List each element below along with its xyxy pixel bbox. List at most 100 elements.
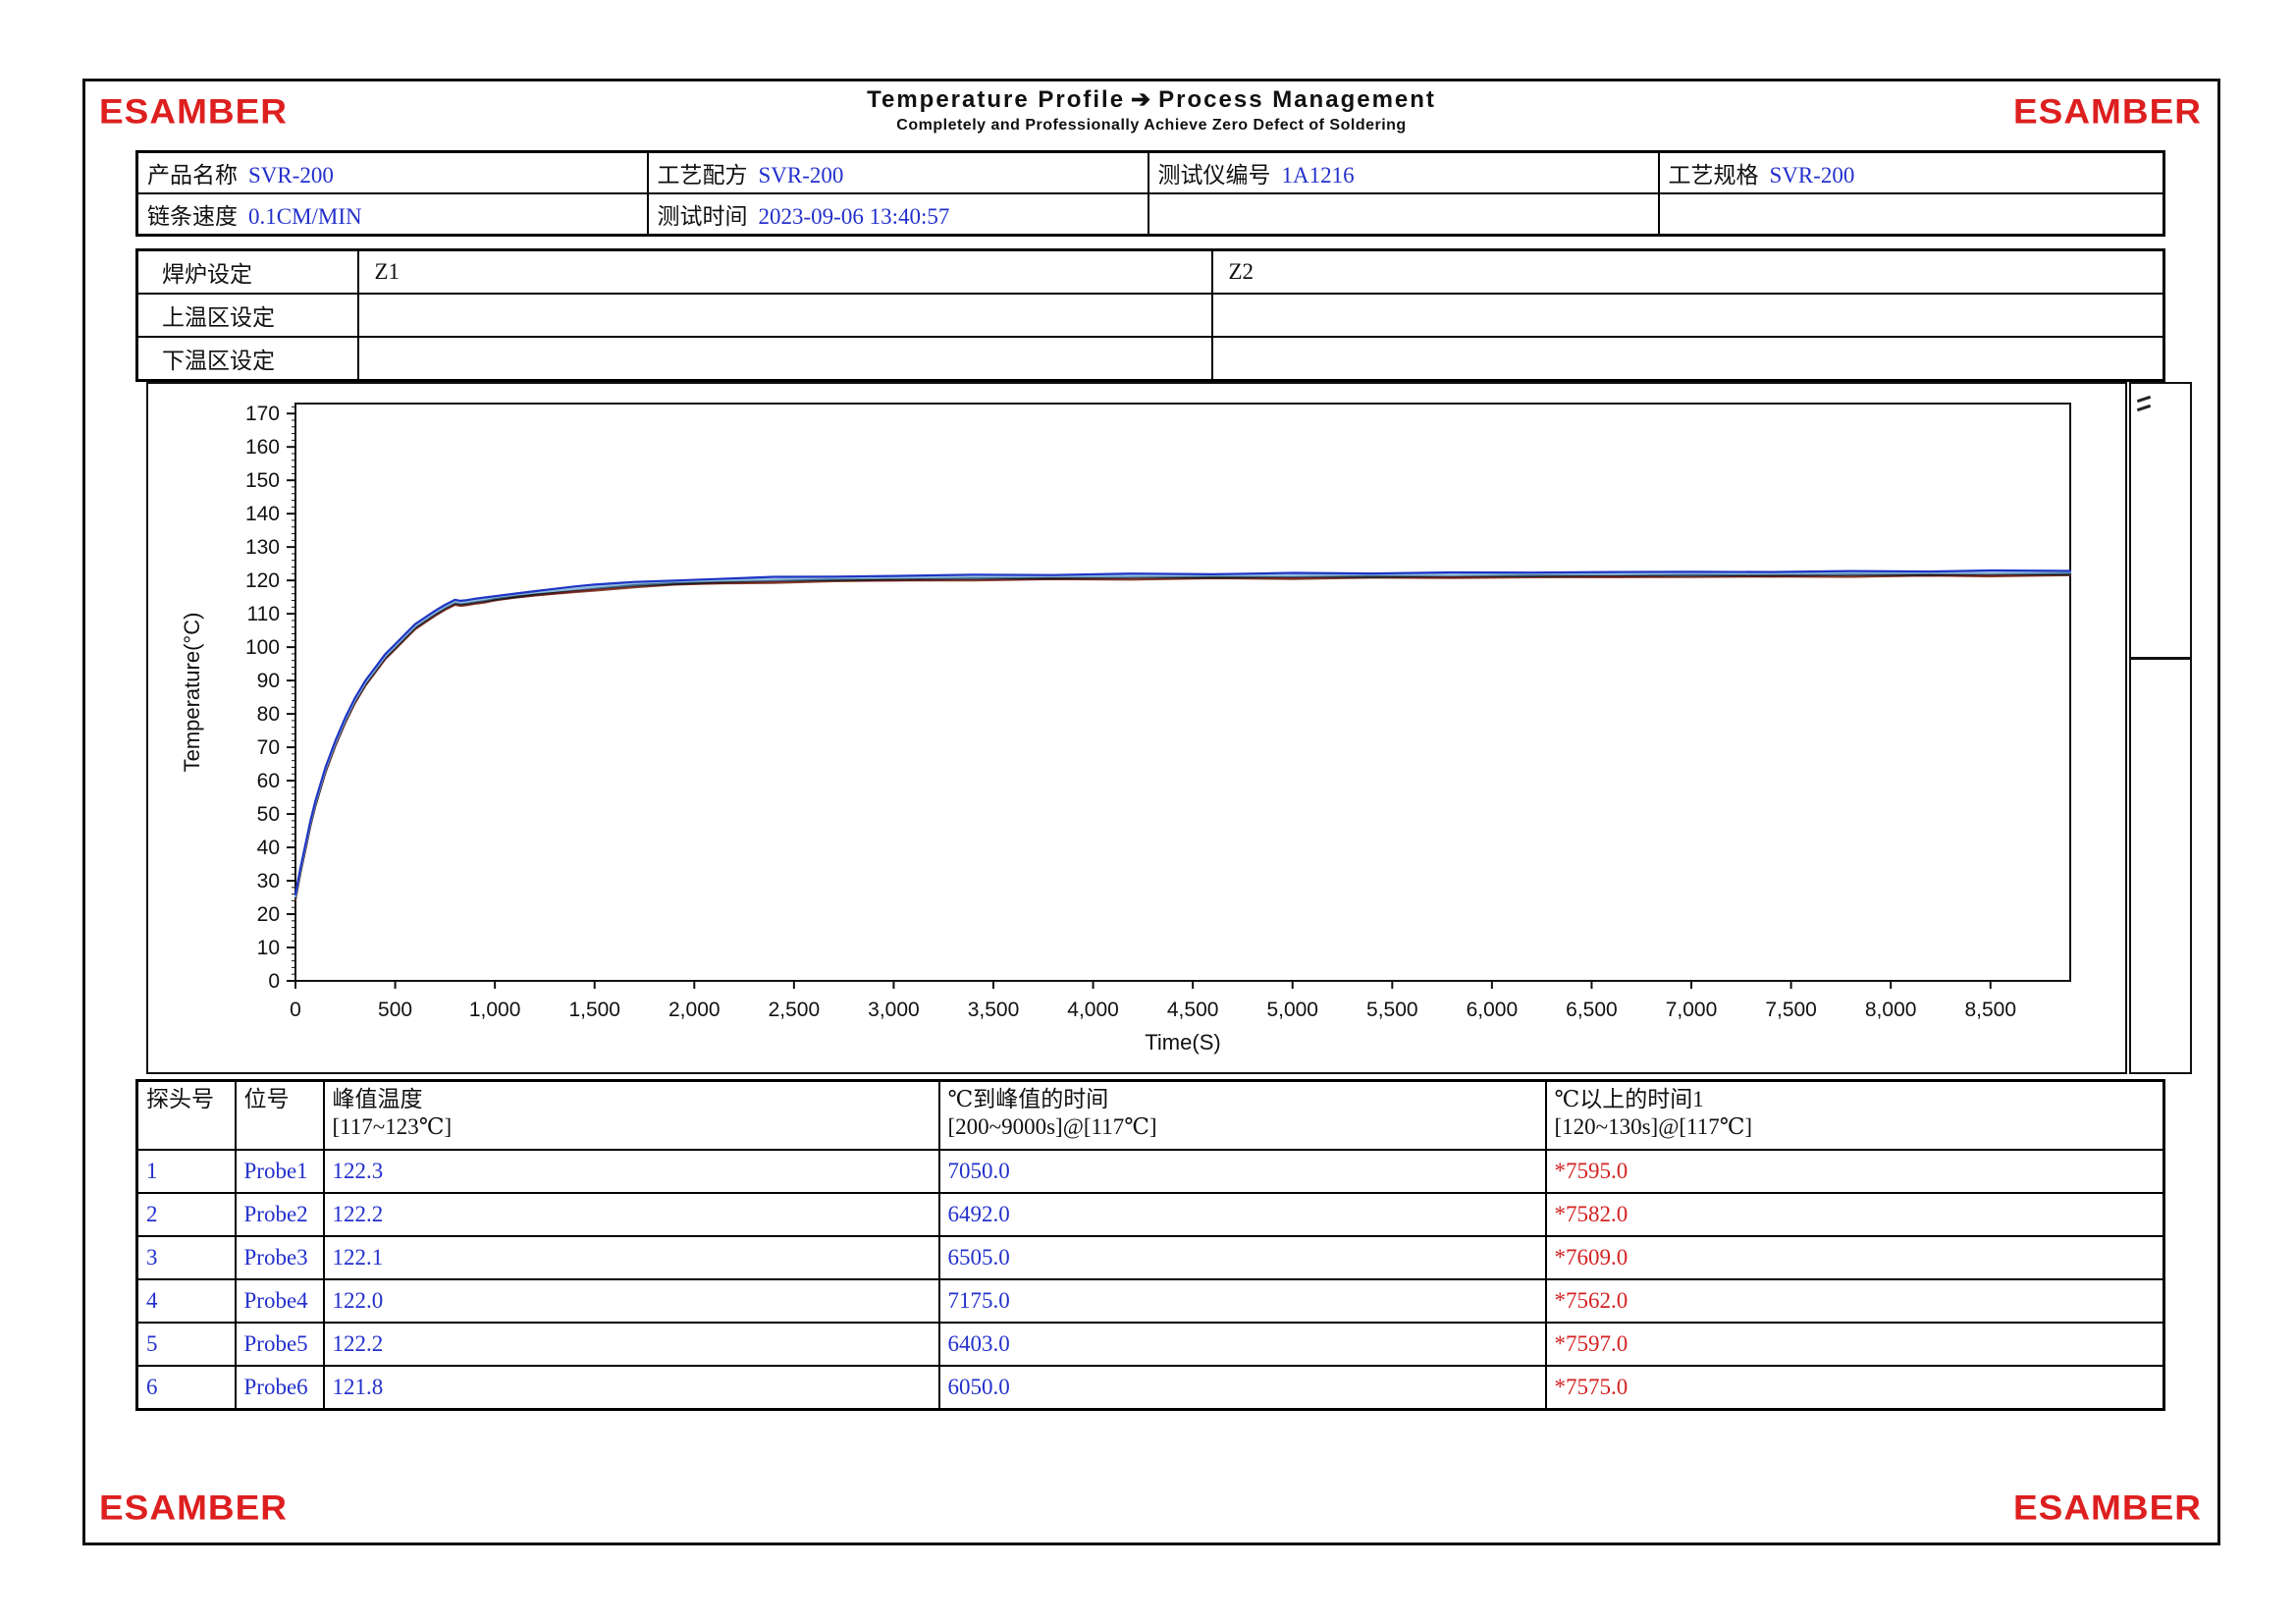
product-name-label: 产品名称 [147, 163, 238, 188]
probe-peak: 122.1 [324, 1236, 939, 1279]
upper-zone-z2 [1212, 294, 2164, 337]
svg-text:7,500: 7,500 [1765, 999, 1817, 1021]
svg-text:90: 90 [257, 670, 280, 692]
svg-text:4,500: 4,500 [1167, 999, 1219, 1021]
zone-z1-cell: Z1 [358, 250, 1212, 295]
probe-time-above: *7595.0 [1546, 1150, 2164, 1193]
tester-id-cell: 测试仪编号 1A1216 [1148, 152, 1659, 194]
probe-peak: 122.0 [324, 1279, 939, 1323]
arrow-right-icon: ➔ [1131, 86, 1152, 113]
brand-logo-bottom-right: ESAMBER [2013, 1488, 2202, 1528]
report-title-block: Temperature Profile➔Process Management C… [867, 85, 1436, 135]
svg-text:Time(S): Time(S) [1145, 1030, 1220, 1055]
probe-row-4: 4 Probe4 122.0 7175.0 *7562.0 [137, 1279, 2164, 1323]
probe-time-to-peak: 7050.0 [939, 1150, 1546, 1193]
test-time-label: 测试时间 [658, 204, 748, 229]
oven-settings-table: 焊炉设定 Z1 Z2 上温区设定 下温区设定 [135, 248, 2165, 382]
svg-text:3,000: 3,000 [868, 999, 920, 1021]
spec-label: 工艺规格 [1669, 163, 1759, 188]
probe-id: 4 [137, 1279, 236, 1323]
tester-id-value: 1A1216 [1282, 163, 1355, 188]
probe-row-1: 1 Probe1 122.3 7050.0 *7595.0 [137, 1150, 2164, 1193]
probe-time-above: *7609.0 [1546, 1236, 2164, 1279]
svg-text:10: 10 [257, 937, 280, 959]
report-page: ESAMBER ESAMBER Temperature Profile➔Proc… [82, 79, 2220, 1545]
oven-setting-label: 焊炉设定 [137, 250, 358, 295]
svg-text:7,000: 7,000 [1666, 999, 1718, 1021]
legend-strip-glyphs [2137, 392, 2176, 415]
header-peak-temp: 峰值温度[117~123℃] [324, 1081, 939, 1151]
svg-text:8,500: 8,500 [1964, 999, 2016, 1021]
svg-text:110: 110 [247, 603, 280, 625]
product-name-value: SVR-200 [248, 163, 334, 188]
oven-row-lower: 下温区设定 [137, 337, 2164, 381]
probe-time-above: *7562.0 [1546, 1279, 2164, 1323]
header-time-above: ℃以上的时间1[120~130s]@[117℃] [1546, 1081, 2164, 1151]
oven-row-upper: 上温区设定 [137, 294, 2164, 337]
probe-pos: Probe3 [236, 1236, 324, 1279]
product-name-cell: 产品名称 SVR-200 [137, 152, 648, 194]
probe-time-above: *7575.0 [1546, 1366, 2164, 1410]
probe-time-to-peak: 6492.0 [939, 1193, 1546, 1236]
svg-text:2,500: 2,500 [769, 999, 821, 1021]
temperature-profile-chart: 0102030405060708090100110120130140150160… [146, 382, 2127, 1074]
header-position: 位号 [236, 1081, 324, 1151]
svg-text:0: 0 [268, 970, 280, 993]
report-title: Temperature Profile➔Process Management [867, 85, 1436, 114]
test-time-cell: 测试时间 2023-09-06 13:40:57 [648, 193, 1148, 236]
svg-text:130: 130 [245, 536, 280, 559]
recipe-cell: 工艺配方SVR-200 [648, 152, 1148, 194]
svg-text:120: 120 [245, 569, 280, 592]
probe-time-above: *7597.0 [1546, 1323, 2164, 1366]
probe-peak: 122.3 [324, 1150, 939, 1193]
chart-side-scrollbar[interactable] [2129, 382, 2192, 1074]
title-left: Temperature Profile [867, 86, 1125, 113]
svg-text:2,000: 2,000 [668, 999, 721, 1021]
svg-text:60: 60 [257, 770, 280, 792]
probe-results-table: 探头号 位号 峰值温度[117~123℃] ℃到峰值的时间[200~9000s]… [135, 1079, 2165, 1411]
spec-cell: 工艺规格SVR-200 [1659, 152, 2164, 194]
title-right: Process Management [1158, 86, 1436, 113]
brand-logo-bottom-left: ESAMBER [99, 1488, 288, 1528]
svg-text:170: 170 [245, 403, 280, 425]
svg-text:5,500: 5,500 [1366, 999, 1418, 1021]
probe-row-3: 3 Probe3 122.1 6505.0 *7609.0 [137, 1236, 2164, 1279]
svg-text:20: 20 [257, 903, 280, 926]
probe-id: 3 [137, 1236, 236, 1279]
svg-text:500: 500 [378, 999, 412, 1021]
probe-time-to-peak: 7175.0 [939, 1279, 1546, 1323]
probe-time-to-peak: 6050.0 [939, 1366, 1546, 1410]
probe-pos: Probe6 [236, 1366, 324, 1410]
test-time-value: 2023-09-06 13:40:57 [759, 204, 950, 229]
svg-text:5,000: 5,000 [1266, 999, 1318, 1021]
lower-zone-z1 [358, 337, 1212, 381]
svg-text:1,500: 1,500 [568, 999, 620, 1021]
probe-row-2: 2 Probe2 122.2 6492.0 *7582.0 [137, 1193, 2164, 1236]
probe-time-above: *7582.0 [1546, 1193, 2164, 1236]
zone-z2-cell: Z2 [1212, 250, 2164, 295]
recipe-value: SVR-200 [759, 163, 844, 188]
probe-time-to-peak: 6403.0 [939, 1323, 1546, 1366]
empty-cell [1148, 193, 1659, 236]
svg-text:40: 40 [257, 837, 280, 859]
probe-id: 1 [137, 1150, 236, 1193]
svg-text:1,000: 1,000 [469, 999, 521, 1021]
svg-text:6,000: 6,000 [1467, 999, 1519, 1021]
svg-text:160: 160 [245, 436, 280, 459]
upper-zone-z1 [358, 294, 1212, 337]
svg-text:8,000: 8,000 [1865, 999, 1917, 1021]
probe-id: 6 [137, 1366, 236, 1410]
oven-row-zones: 焊炉设定 Z1 Z2 [137, 250, 2164, 295]
svg-text:0: 0 [290, 999, 301, 1021]
svg-text:140: 140 [245, 503, 280, 525]
chart-canvas: 0102030405060708090100110120130140150160… [148, 384, 2121, 1068]
upper-zone-label: 上温区设定 [137, 294, 358, 337]
probe-id: 2 [137, 1193, 236, 1236]
tester-id-label: 测试仪编号 [1158, 163, 1271, 188]
info-row-1: 产品名称 SVR-200 工艺配方SVR-200 测试仪编号 1A1216 工艺规格… [137, 152, 2164, 194]
svg-text:6,500: 6,500 [1566, 999, 1618, 1021]
probe-peak: 122.2 [324, 1323, 939, 1366]
svg-text:30: 30 [257, 870, 280, 893]
lower-zone-label: 下温区设定 [137, 337, 358, 381]
svg-text:4,000: 4,000 [1067, 999, 1119, 1021]
